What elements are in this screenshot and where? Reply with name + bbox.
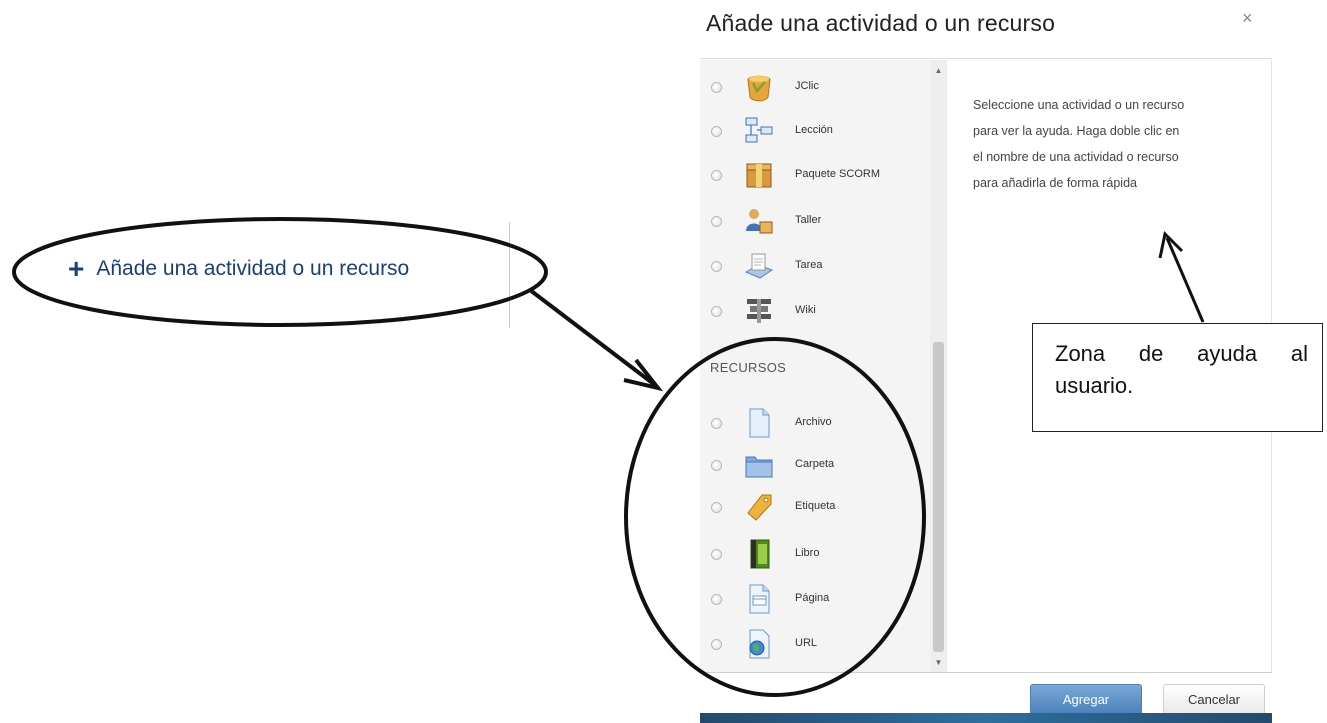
assignment-icon — [744, 253, 774, 279]
scroll-thumb[interactable] — [933, 342, 944, 652]
add-button[interactable]: Agregar — [1030, 684, 1142, 716]
dialog-title: Añade una actividad o un recurso — [706, 10, 1056, 36]
divider — [509, 222, 510, 328]
scorm-package-icon — [746, 163, 772, 188]
module-option-label: Etiqueta — [795, 500, 836, 512]
module-option-label: Tarea — [795, 259, 823, 271]
help-zone-callout: Zona de ayuda al usuario. — [1032, 323, 1323, 432]
module-option-label: Taller — [795, 214, 822, 226]
module-option-label: Wiki — [795, 304, 816, 316]
pointer-arrow-to-resources — [528, 288, 657, 387]
module-list-scrollbar[interactable]: ▲ ▼ — [930, 60, 947, 672]
module-option-label: URL — [795, 637, 818, 649]
radio-button[interactable] — [711, 170, 722, 181]
scroll-down-arrow-icon[interactable]: ▼ — [930, 656, 947, 670]
lesson-icon — [745, 117, 773, 143]
module-option-url[interactable]: URL — [700, 625, 928, 665]
close-icon[interactable]: × — [1242, 8, 1253, 29]
arrowhead-icon — [1158, 230, 1184, 259]
url-icon — [749, 629, 770, 659]
radio-button[interactable] — [711, 418, 722, 429]
resources-heading: RECURSOS — [710, 360, 787, 375]
module-option-label: Página — [795, 592, 830, 604]
radio-button[interactable] — [711, 594, 722, 605]
module-option-label: JClic — [795, 80, 819, 92]
file-icon — [749, 408, 770, 438]
help-text-line: el nombre de una actividad o recurso — [973, 150, 1179, 164]
radio-button[interactable] — [711, 126, 722, 137]
module-option-etiqueta[interactable]: Etiqueta — [700, 488, 928, 528]
radio-button[interactable] — [711, 502, 722, 513]
add-activity-link-label: Añade una actividad o un recurso — [96, 257, 410, 280]
radio-button[interactable] — [711, 639, 722, 650]
page-bottom-bar — [700, 713, 1272, 723]
radio-button[interactable] — [711, 82, 722, 93]
pointer-arrow-to-help — [1165, 237, 1205, 323]
dialog-header-divider — [700, 58, 1272, 59]
module-option-label: Paquete SCORM — [795, 168, 880, 180]
radio-button[interactable] — [711, 549, 722, 560]
book-icon — [750, 539, 770, 569]
help-text-line: para añadirla de forma rápida — [973, 176, 1137, 190]
workshop-icon — [746, 209, 773, 234]
radio-button[interactable] — [711, 306, 722, 317]
add-activity-link[interactable]: + Añade una actividad o un recurso — [68, 255, 409, 283]
cancel-button[interactable]: Cancelar — [1163, 684, 1265, 716]
module-option-scorm[interactable]: Paquete SCORM — [700, 156, 928, 196]
module-option-jclic[interactable]: JClic — [700, 68, 928, 108]
folder-icon — [745, 456, 773, 478]
help-text-line: para ver la ayuda. Haga doble clic en — [973, 124, 1180, 138]
help-panel: Seleccione una actividad o un recurso pa… — [973, 92, 1258, 196]
module-option-carpeta[interactable]: Carpeta — [700, 446, 928, 486]
radio-button[interactable] — [711, 216, 722, 227]
plus-icon: + — [68, 253, 85, 284]
dialog-footer-divider — [700, 672, 1272, 673]
module-option-taller[interactable]: Taller — [700, 202, 928, 242]
module-option-pagina[interactable]: Página — [700, 580, 928, 620]
scroll-up-arrow-icon[interactable]: ▲ — [930, 64, 947, 78]
module-option-label: Lección — [795, 124, 833, 136]
jclic-icon — [747, 75, 771, 102]
radio-button[interactable] — [711, 460, 722, 471]
radio-button[interactable] — [711, 261, 722, 272]
module-option-label: Carpeta — [795, 458, 835, 470]
wiki-icon — [747, 299, 771, 323]
arrowhead-icon — [623, 358, 664, 392]
module-option-archivo[interactable]: Archivo — [700, 404, 928, 444]
module-option-label: Libro — [795, 547, 820, 559]
page-icon — [749, 584, 770, 614]
module-option-wiki[interactable]: Wiki — [700, 292, 928, 332]
module-option-libro[interactable]: Libro — [700, 535, 928, 575]
module-option-tarea[interactable]: Tarea — [700, 247, 928, 287]
label-tag-icon — [747, 494, 772, 521]
module-option-leccion[interactable]: Lección — [700, 112, 928, 152]
module-option-label: Archivo — [795, 416, 832, 428]
help-text-line: Seleccione una actividad o un recurso — [973, 98, 1185, 112]
